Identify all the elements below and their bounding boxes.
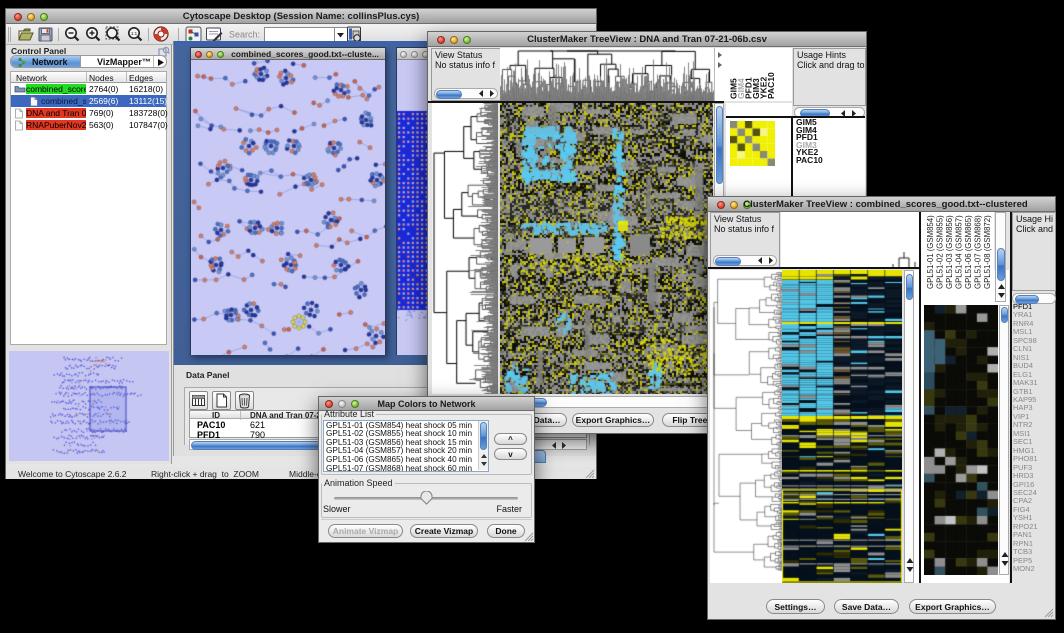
svg-text:GPL51-03 (GSM856): GPL51-03 (GSM856) [945, 215, 954, 289]
svg-text:Search:: Search: [229, 30, 260, 40]
svg-text:GPL51-08 (GSM872): GPL51-08 (GSM872) [983, 215, 992, 289]
svg-text:GPL51-01 (GSM854): GPL51-01 (GSM854) [926, 215, 935, 289]
svg-text:GPL51-04 (GSM857): GPL51-04 (GSM857) [955, 215, 964, 289]
svg-text:PAC10: PAC10 [766, 72, 776, 99]
svg-text:GPL51-07 (GSM868): GPL51-07 (GSM868) [974, 215, 983, 289]
svg-text:1:1: 1:1 [131, 31, 138, 36]
svg-text:GPL51-06 (GSM865): GPL51-06 (GSM865) [964, 215, 973, 289]
svg-text:GPL51-02 (GSM855): GPL51-02 (GSM855) [936, 215, 945, 289]
